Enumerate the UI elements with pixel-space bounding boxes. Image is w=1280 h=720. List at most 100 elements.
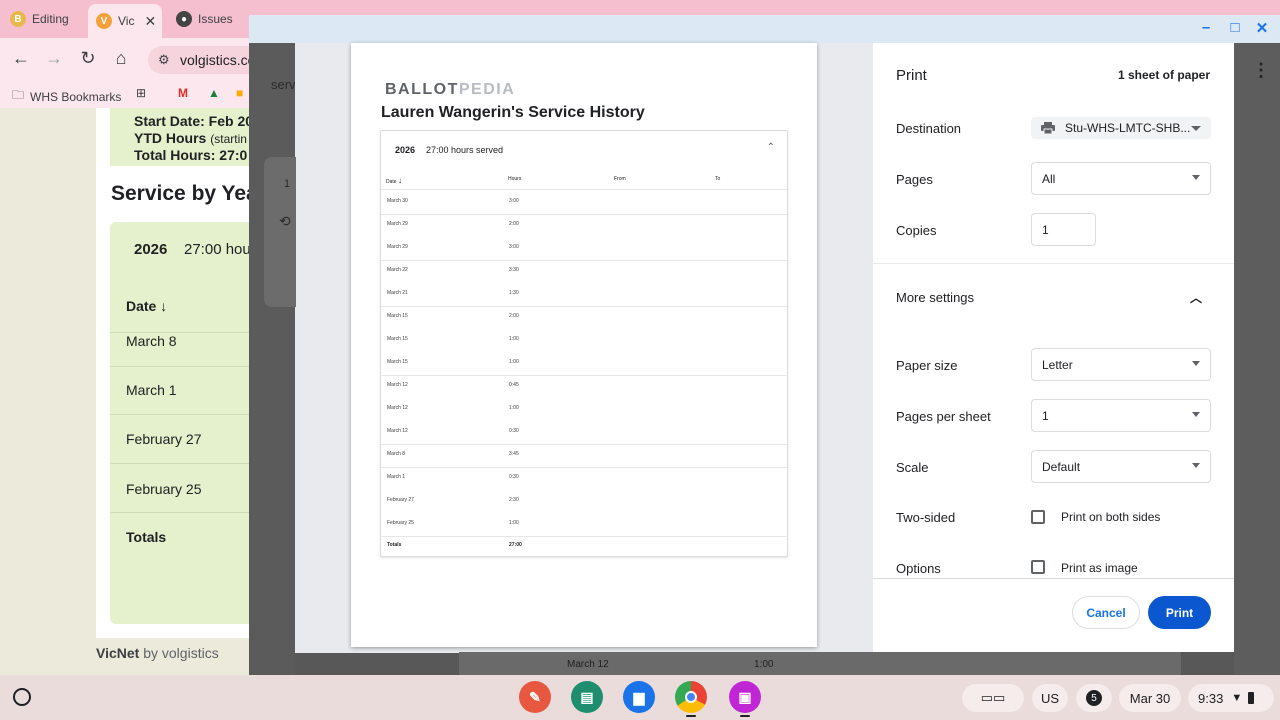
tote-icon[interactable]: ▭▭ <box>962 684 1024 712</box>
doc-col-to: To <box>715 176 721 182</box>
chrome-app-icon[interactable] <box>675 681 707 713</box>
gmail-icon[interactable]: M <box>178 86 188 100</box>
doc-row-date: March 12 <box>387 428 408 434</box>
print-as-image-checkbox[interactable] <box>1031 560 1045 574</box>
pages-per-sheet-select[interactable]: 1 <box>1031 399 1211 432</box>
doc-row-hours: 3:00 <box>509 244 519 250</box>
notification-count[interactable]: 5 <box>1076 684 1112 712</box>
doc-row-hours: 0:30 <box>509 428 519 434</box>
launcher-icon[interactable] <box>13 688 31 706</box>
paper-size-select[interactable]: Letter <box>1031 348 1211 381</box>
url-text: volgistics.co <box>180 52 256 68</box>
home-icon[interactable]: ⌂ <box>110 48 132 69</box>
wifi-icon: ▼ <box>1231 692 1243 704</box>
doc-row-hours: 1:30 <box>509 290 519 296</box>
doc-row-date: March 12 <box>387 382 408 388</box>
dimmed-overlay <box>1234 43 1280 675</box>
doc-row-date: February 27 <box>387 497 414 503</box>
forward-icon[interactable]: → <box>43 48 65 69</box>
caret-down-icon <box>1191 126 1201 131</box>
destination-select[interactable]: Stu-WHS-LMTC-SHB... <box>1031 117 1211 139</box>
github-icon: ● <box>176 11 192 27</box>
two-sided-option[interactable]: Print on both sides <box>1061 510 1160 524</box>
bg-totals: Totals <box>126 529 167 545</box>
doc-row-hours: 2:00 <box>509 221 519 227</box>
cancel-button[interactable]: Cancel <box>1072 596 1140 629</box>
doc-row-hours: 2:30 <box>509 497 519 503</box>
bg-page-num: 1 <box>284 178 291 190</box>
ballotpedia-logo: BALLOTPEDIA <box>385 81 516 98</box>
doc-row-date: March 21 <box>387 290 408 296</box>
classroom-app-icon[interactable]: ▤ <box>571 681 603 713</box>
pages-per-sheet-label: Pages per sheet <box>896 409 991 424</box>
divider <box>110 366 260 367</box>
print-button[interactable]: Print <box>1148 596 1211 629</box>
destination-label: Destination <box>896 121 962 136</box>
divider <box>381 189 787 190</box>
options-label: Options <box>896 561 941 576</box>
chevron-up-icon: ⌃ <box>766 142 775 153</box>
minimize-icon[interactable]: – <box>1197 19 1215 36</box>
locale-indicator[interactable]: US <box>1032 684 1068 712</box>
doc-row-date: March 8 <box>387 451 406 457</box>
doc-table-card: 2026 27:00 hours served ⌃ Date ↓ Hours F… <box>380 130 788 557</box>
doc-row-date: March 30 <box>387 198 408 204</box>
doc-col-from: From <box>614 176 626 182</box>
apps-icon[interactable]: ⊞ <box>136 86 146 100</box>
copies-input[interactable]: 1 <box>1031 213 1096 246</box>
back-icon[interactable]: ← <box>10 48 32 69</box>
bg-year-hours: 27:00 hou <box>184 241 251 258</box>
divider <box>381 306 787 307</box>
site-info-icon[interactable]: ⚙ <box>158 52 170 68</box>
two-sided-checkbox[interactable] <box>1031 510 1045 524</box>
arrow-down-icon: ↓ <box>160 298 168 314</box>
pages-label: Pages <box>896 172 933 187</box>
divider <box>110 463 260 464</box>
bg-date-header[interactable]: Date ↓ <box>126 298 167 314</box>
close-icon[interactable]: ✕ <box>144 13 156 30</box>
scale-select[interactable]: Default <box>1031 450 1211 483</box>
tab-label: Vic <box>118 14 135 28</box>
bookmark-folder-whs[interactable]: 🗀 WHS Bookmarks <box>12 86 121 107</box>
tab-issues[interactable]: ● Issues <box>176 6 233 32</box>
more-settings-toggle[interactable]: More settings <box>896 290 974 305</box>
behind-hours: 1:00 <box>754 659 774 670</box>
drive-icon[interactable]: ▲ <box>208 86 220 100</box>
canvas-app-icon[interactable]: ✎ <box>519 681 551 713</box>
slides-icon[interactable]: ■ <box>236 86 243 100</box>
bg-row: March 8 <box>126 333 177 349</box>
reload-icon[interactable]: ↻ <box>77 48 99 69</box>
divider <box>381 214 787 215</box>
date-display[interactable]: Mar 30 <box>1119 684 1181 712</box>
doc-year: 2026 <box>395 145 416 155</box>
pages-select[interactable]: All <box>1031 162 1211 195</box>
doc-row-hours: 2:00 <box>509 313 519 319</box>
doc-row-date: March 22 <box>387 267 408 273</box>
copies-label: Copies <box>896 223 937 238</box>
doc-row-hours: 3:00 <box>509 198 519 204</box>
print-title: Print <box>896 67 927 84</box>
more-menu-icon[interactable]: ⋮ <box>1252 60 1270 81</box>
two-sided-label: Two-sided <box>896 510 956 525</box>
chevron-up-icon[interactable]: ︿ <box>1190 289 1202 306</box>
running-indicator <box>686 715 696 717</box>
volgistics-icon: V <box>96 13 112 29</box>
divider <box>381 467 787 468</box>
tab-editing[interactable]: B Editing <box>10 6 69 32</box>
bg-row: February 27 <box>126 431 202 447</box>
doc-row-hours: 1:00 <box>509 336 519 342</box>
tab-vicnet[interactable]: V Vic ✕ <box>88 4 162 38</box>
close-icon[interactable]: ✕ <box>1253 19 1271 37</box>
maximize-icon[interactable]: □ <box>1226 19 1244 36</box>
doc-row-date: March 15 <box>387 359 408 365</box>
files-app-icon[interactable]: ▆ <box>623 681 655 713</box>
screencast-app-icon[interactable]: ▣ <box>729 681 761 713</box>
bg-row: March 1 <box>126 382 177 398</box>
print-as-image-option[interactable]: Print as image <box>1061 561 1138 575</box>
year-panel <box>110 222 260 624</box>
preview-page: BALLOTPEDIA Lauren Wangerin's Service Hi… <box>351 43 817 647</box>
status-tray[interactable]: 9:33 ▼ <box>1188 684 1274 712</box>
divider <box>381 260 787 261</box>
divider <box>110 512 260 513</box>
dialog-titlebar: – □ ✕ <box>249 15 1280 43</box>
